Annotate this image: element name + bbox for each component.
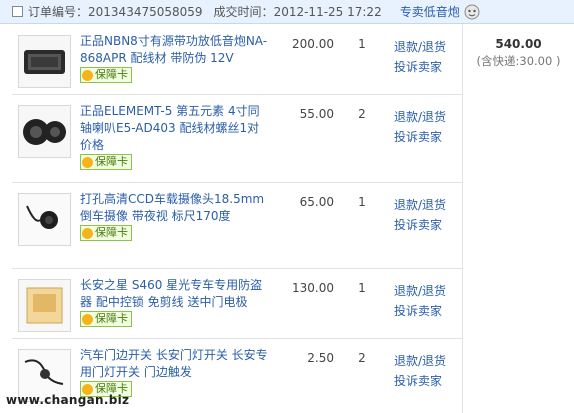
complain-link[interactable]: 投诉卖家 <box>394 215 454 235</box>
refund-link[interactable]: 退款/退货 <box>394 107 454 127</box>
refund-link[interactable]: 退款/退货 <box>394 351 454 371</box>
order-item-row: 打孔高清CCD车载摄像头18.5mm 倒车摄像 带夜视 标尺170度 保障卡 6… <box>12 183 462 269</box>
order-number: 201343475058059 <box>88 4 203 19</box>
order-time-label: 成交时间： <box>213 5 274 19</box>
unit-price: 2.50 <box>307 351 334 365</box>
order-item-row: 正品NBN8寸有源带功放低音炮NA-868APR 配线材 带防伪 12V 保障卡… <box>12 25 462 95</box>
product-title-link[interactable]: 打孔高清CCD车载摄像头18.5mm 倒车摄像 带夜视 标尺170度 保障卡 <box>80 191 270 244</box>
order-total-column: 540.00 (含快递:30.00 ) <box>463 25 574 69</box>
guarantee-badge[interactable]: 保障卡 <box>80 225 132 241</box>
product-title[interactable]: 正品ELEMEMT-5 第五元素 4寸同轴喇叭E5-AD403 配线材螺丝1对价… <box>80 104 260 152</box>
order-checkbox[interactable] <box>12 6 23 17</box>
item-actions: 退款/退货 投诉卖家 <box>394 107 454 147</box>
product-thumbnail-alarm-box[interactable] <box>18 279 71 332</box>
quantity: 1 <box>358 37 366 51</box>
column-divider <box>462 25 463 413</box>
order-time: 2012-11-25 17:22 <box>273 4 382 19</box>
guarantee-icon <box>82 69 93 81</box>
product-title-link[interactable]: 长安之星 S460 星光专车专用防盗器 配中控锁 免剪线 送中门电极 保障卡 <box>80 277 270 330</box>
order-item-row: 正品ELEMEMT-5 第五元素 4寸同轴喇叭E5-AD403 配线材螺丝1对价… <box>12 95 462 183</box>
guarantee-icon <box>82 227 93 239</box>
complain-link[interactable]: 投诉卖家 <box>394 301 454 321</box>
guarantee-icon <box>82 156 93 168</box>
product-thumbnail-camera[interactable] <box>18 193 71 246</box>
quantity: 1 <box>358 195 366 209</box>
product-thumbnail-subwoofer[interactable] <box>18 35 71 88</box>
complain-link[interactable]: 投诉卖家 <box>394 371 454 391</box>
quantity: 2 <box>358 107 366 121</box>
complain-link[interactable]: 投诉卖家 <box>394 127 454 147</box>
refund-link[interactable]: 退款/退货 <box>394 37 454 57</box>
order-total: 540.00 <box>495 37 542 51</box>
guarantee-label: 保障卡 <box>95 226 128 239</box>
guarantee-badge[interactable]: 保障卡 <box>80 311 132 327</box>
order-number-label: 订单编号： <box>28 5 89 19</box>
refund-link[interactable]: 退款/退货 <box>394 195 454 215</box>
shop-name-link[interactable]: 专卖低音炮 <box>400 3 460 20</box>
product-title[interactable]: 打孔高清CCD车载摄像头18.5mm 倒车摄像 带夜视 标尺170度 <box>80 192 264 223</box>
wangwang-chat-icon[interactable] <box>464 4 480 20</box>
site-watermark: www.changan.biz <box>6 393 130 407</box>
refund-link[interactable]: 退款/退货 <box>394 281 454 301</box>
unit-price: 65.00 <box>299 195 334 209</box>
item-actions: 退款/退货 投诉卖家 <box>394 351 454 391</box>
complain-link[interactable]: 投诉卖家 <box>394 57 454 77</box>
order-item-row: 长安之星 S460 星光专车专用防盗器 配中控锁 免剪线 送中门电极 保障卡 1… <box>12 269 462 339</box>
product-title[interactable]: 长安之星 S460 星光专车专用防盗器 配中控锁 免剪线 送中门电极 <box>80 278 262 309</box>
guarantee-badge[interactable]: 保障卡 <box>80 154 132 170</box>
item-actions: 退款/退货 投诉卖家 <box>394 195 454 235</box>
product-title-link[interactable]: 汽车门边开关 长安门灯开关 长安专用门灯开关 门边触发 保障卡 <box>80 347 270 400</box>
shipping-fee: (含快递:30.00 ) <box>476 54 561 68</box>
product-title-link[interactable]: 正品ELEMEMT-5 第五元素 4寸同轴喇叭E5-AD403 配线材螺丝1对价… <box>80 103 270 173</box>
order-header: 订单编号： 201343475058059 成交时间： 2012-11-25 1… <box>0 0 574 24</box>
product-thumbnail-speaker[interactable] <box>18 105 71 158</box>
guarantee-label: 保障卡 <box>95 155 128 168</box>
quantity: 2 <box>358 351 366 365</box>
unit-price: 130.00 <box>292 281 334 295</box>
guarantee-badge[interactable]: 保障卡 <box>80 67 132 83</box>
unit-price: 55.00 <box>299 107 334 121</box>
item-actions: 退款/退货 投诉卖家 <box>394 37 454 77</box>
product-title[interactable]: 正品NBN8寸有源带功放低音炮NA-868APR 配线材 带防伪 12V <box>80 34 267 65</box>
guarantee-label: 保障卡 <box>95 312 128 325</box>
guarantee-label: 保障卡 <box>95 68 128 81</box>
item-actions: 退款/退货 投诉卖家 <box>394 281 454 321</box>
unit-price: 200.00 <box>292 37 334 51</box>
product-title-link[interactable]: 正品NBN8寸有源带功放低音炮NA-868APR 配线材 带防伪 12V 保障卡 <box>80 33 270 86</box>
guarantee-icon <box>82 313 93 325</box>
quantity: 1 <box>358 281 366 295</box>
product-title[interactable]: 汽车门边开关 长安门灯开关 长安专用门灯开关 门边触发 <box>80 348 268 379</box>
